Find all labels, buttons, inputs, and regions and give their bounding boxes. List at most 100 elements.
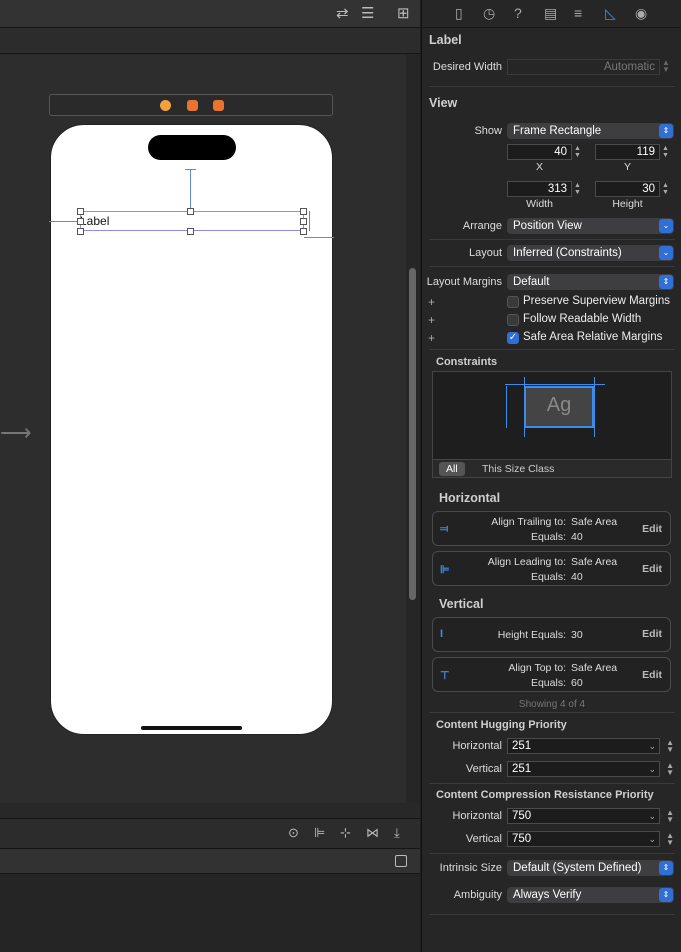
hugging-horizontal-label: Horizontal: [452, 740, 502, 752]
edit-constraint-button[interactable]: Edit: [642, 628, 662, 640]
desired-width-stepper[interactable]: ▲ ▼: [662, 59, 670, 74]
constraint-card-leading[interactable]: ⊫ Align Leading to: Safe Area Equals: 40…: [432, 551, 671, 586]
edit-constraint-button[interactable]: Edit: [642, 523, 662, 535]
x-stepper[interactable]: ▲ ▼: [574, 145, 581, 159]
stepper-icon[interactable]: ▲ ▼: [666, 832, 674, 847]
view-controller-icon[interactable]: [160, 100, 171, 111]
add-editor-icon[interactable]: ⊞: [397, 5, 410, 23]
edit-constraint-button[interactable]: Edit: [642, 563, 662, 575]
file-inspector-icon[interactable]: ▯: [455, 5, 463, 22]
x-field[interactable]: 40: [507, 144, 572, 160]
hugging-horizontal-field[interactable]: 251 ⌄ ▲ ▼: [507, 738, 674, 754]
label-section-title: Label: [429, 33, 462, 47]
desired-width-label: Desired Width: [432, 61, 502, 73]
hugging-vertical-value: 251: [512, 763, 532, 775]
add-variation-icon[interactable]: +: [428, 313, 435, 327]
hugging-vertical-label: Vertical: [465, 763, 502, 775]
resize-handle[interactable]: [77, 228, 84, 235]
constraint-value: 60: [571, 677, 583, 689]
top-constraint-line[interactable]: [190, 169, 191, 211]
tab-this-size-class[interactable]: This Size Class: [475, 462, 561, 476]
y-stepper[interactable]: ▲ ▼: [662, 145, 669, 159]
layout-label: Layout: [468, 247, 502, 259]
constraint-key: Align Leading to:: [487, 556, 566, 568]
connections-inspector-icon[interactable]: ◉: [635, 5, 647, 22]
chevron-down-icon: ⌄: [659, 219, 673, 233]
stepper-icon[interactable]: ▲ ▼: [666, 809, 674, 824]
compression-vertical-field[interactable]: 750 ⌄ ▲ ▼: [507, 831, 674, 847]
section-divider: [429, 266, 675, 267]
compression-horizontal-field[interactable]: 750 ⌄ ▲ ▼: [507, 808, 674, 824]
resize-handle[interactable]: [187, 208, 194, 215]
resolve-issues-icon[interactable]: ⤓: [394, 825, 400, 841]
height-stepper[interactable]: ▲ ▼: [662, 182, 669, 196]
width-stepper[interactable]: ▲ ▼: [574, 182, 581, 196]
toggle-debug-area-icon[interactable]: [395, 855, 407, 867]
first-responder-icon[interactable]: [187, 100, 198, 111]
intrinsic-size-popup[interactable]: Default (System Defined) ⇕: [507, 860, 674, 876]
resize-handle[interactable]: [77, 208, 84, 215]
update-frames-icon[interactable]: ⊙: [288, 825, 299, 841]
attributes-inspector-icon[interactable]: ≡: [574, 5, 582, 21]
arrange-popup[interactable]: Position View ⌄: [507, 218, 674, 234]
top-align-icon: ⊤: [440, 670, 450, 682]
ambiguity-popup[interactable]: Always Verify ⇕: [507, 887, 674, 903]
swap-icon[interactable]: ⇄: [336, 5, 349, 23]
iphone-scene[interactable]: Label: [49, 124, 334, 735]
section-divider: [429, 86, 675, 87]
chevron-down-icon: ⌄: [648, 834, 656, 844]
y-caption: Y: [623, 161, 631, 173]
resize-handle[interactable]: [300, 228, 307, 235]
label-element[interactable]: Label: [80, 214, 109, 228]
height-guide-line: [506, 386, 507, 428]
hugging-vertical-field[interactable]: 251 ⌄ ▲ ▼: [507, 761, 674, 777]
layout-popup[interactable]: Inferred (Constraints) ⌄: [507, 245, 674, 261]
constraint-card-top[interactable]: ⊤ Align Top to: Safe Area Equals: 60 Edi…: [432, 657, 671, 692]
add-constraints-icon[interactable]: ⋈: [366, 825, 379, 841]
edit-constraint-button[interactable]: Edit: [642, 669, 662, 681]
stepper-icon[interactable]: ▲ ▼: [666, 762, 674, 777]
resize-handle[interactable]: [300, 218, 307, 225]
stack-icon[interactable]: ⊹: [340, 825, 351, 841]
trailing-constraint-line[interactable]: [304, 237, 334, 238]
show-popup[interactable]: Frame Rectangle ⇕: [507, 123, 674, 139]
trailing-guide-line: [594, 377, 595, 437]
constraint-key: Align Top to:: [508, 662, 566, 674]
constraint-value: Safe Area: [571, 516, 618, 528]
constraint-key: Equals:: [530, 677, 566, 689]
xcode-window: ⇄ ☰ ⊞ ⟶ Label ⊙ ⊫ ⊹ ⋈ ⤓ ▯ ◷ ? ▤ ≡ ◺ ◉ La…: [0, 0, 681, 952]
preserve-superview-label: Preserve Superview Margins: [523, 295, 671, 307]
identity-inspector-icon[interactable]: ▤: [544, 5, 557, 22]
adjust-editor-icon[interactable]: ☰: [361, 5, 374, 23]
constraint-card-trailing[interactable]: ⫤ Align Trailing to: Safe Area Equals: 4…: [432, 511, 671, 546]
leading-constraint-line[interactable]: [49, 221, 80, 222]
width-field[interactable]: 313: [507, 181, 572, 197]
stepper-icon[interactable]: ▲ ▼: [666, 739, 674, 754]
compression-vertical-label: Vertical: [465, 833, 502, 845]
height-field[interactable]: 30: [595, 181, 660, 197]
history-inspector-icon[interactable]: ◷: [483, 5, 495, 22]
quick-help-icon[interactable]: ?: [514, 5, 522, 21]
add-variation-icon[interactable]: +: [428, 295, 435, 309]
desired-width-field[interactable]: Automatic: [507, 59, 660, 75]
exit-icon[interactable]: [213, 100, 224, 111]
resize-handle[interactable]: [77, 218, 84, 225]
align-icon[interactable]: ⊫: [314, 825, 325, 841]
preserve-superview-checkbox[interactable]: [507, 296, 519, 308]
resize-handle[interactable]: [300, 208, 307, 215]
add-variation-icon[interactable]: +: [428, 331, 435, 345]
section-divider: [429, 712, 675, 713]
chevron-down-icon: ⌄: [648, 764, 656, 774]
debug-area: [0, 874, 420, 952]
resize-handle[interactable]: [187, 228, 194, 235]
interface-builder-editor: ⇄ ☰ ⊞ ⟶ Label ⊙ ⊫ ⊹ ⋈ ⤓: [0, 0, 420, 952]
constraint-card-height[interactable]: I Height Equals: 30 Edit: [432, 617, 671, 652]
tab-all[interactable]: All: [439, 462, 465, 476]
size-inspector-icon[interactable]: ◺: [605, 5, 616, 22]
scrollbar-thumb[interactable]: [409, 268, 416, 600]
safe-area-relative-checkbox[interactable]: ✓: [507, 332, 519, 344]
follow-readable-checkbox[interactable]: [507, 314, 519, 326]
y-field[interactable]: 119: [595, 144, 660, 160]
layout-margins-popup[interactable]: Default ⇕: [507, 274, 674, 290]
height-constraint-line[interactable]: [309, 211, 310, 231]
